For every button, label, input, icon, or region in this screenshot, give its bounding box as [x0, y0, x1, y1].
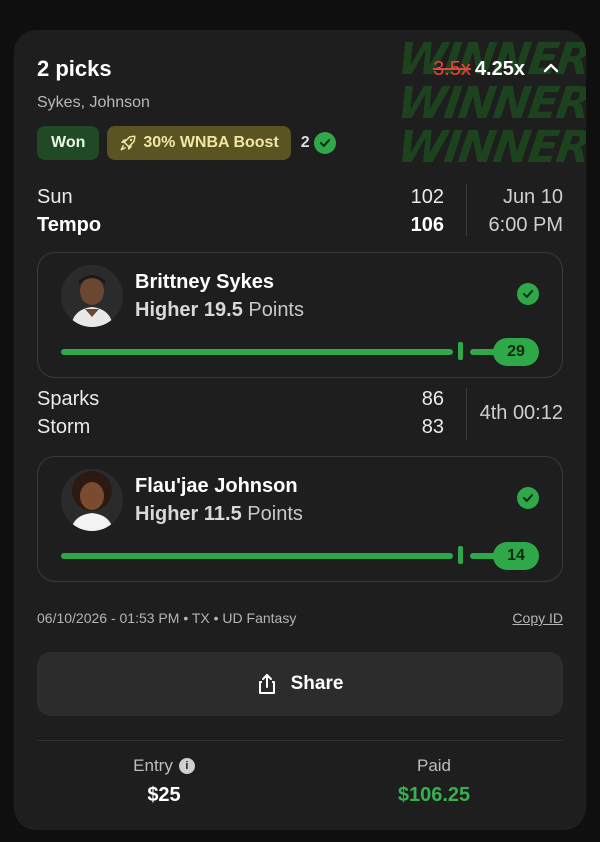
- status-badge: Won: [37, 126, 100, 160]
- team-score: 106: [410, 214, 444, 236]
- progress-bar: [61, 553, 453, 559]
- progress-bar: [61, 349, 453, 355]
- rocket-icon: [120, 135, 136, 151]
- team-name: Sun: [37, 186, 73, 208]
- team-score: 83: [421, 416, 444, 438]
- game-time: 6:00 PM: [488, 214, 563, 236]
- divider: [466, 388, 467, 440]
- check-circle-icon: [517, 487, 539, 509]
- player-name: Flau'jae Johnson: [135, 475, 298, 497]
- payout-multiplier: 3.5x 4.25x: [433, 58, 525, 81]
- paid-value: $106.25: [397, 784, 471, 806]
- count-value: 2: [300, 134, 310, 151]
- divider: [37, 740, 563, 741]
- pick-line: Higher 19.5 Points: [135, 299, 304, 322]
- info-icon[interactable]: i: [178, 758, 195, 774]
- pick-line-value: 11.5: [203, 503, 242, 525]
- share-button[interactable]: Share: [37, 652, 563, 716]
- team-score: 102: [410, 186, 444, 208]
- share-label: Share: [290, 673, 344, 694]
- player-name: Brittney Sykes: [135, 271, 274, 293]
- entry-card: WINNER!! WINNER!! WINNER!! 2 picks Sykes…: [14, 30, 586, 830]
- pick-direction: Higher: [135, 503, 199, 525]
- game-clock: 4th 00:12: [479, 402, 563, 424]
- pick-stat: Points: [247, 503, 303, 525]
- pick-line-value: 19.5: [203, 299, 243, 321]
- entry-summary: Entry i $25: [64, 756, 264, 807]
- check-circle-icon: [517, 283, 539, 305]
- entry-value: $25: [147, 784, 181, 806]
- entry-badges: Won 30% WNBA Boost 2: [37, 126, 336, 160]
- team-name: Tempo: [37, 214, 102, 236]
- share-icon: [258, 674, 275, 694]
- pick-card[interactable]: Flau'jae Johnson Higher 11.5 Points 14: [37, 456, 563, 582]
- entry-meta: 06/10/2026 - 01:53 PM • TX • UD Fantasy: [37, 610, 297, 626]
- check-circle-icon: [313, 132, 336, 154]
- line-marker: [458, 342, 463, 360]
- paid-label: Paid: [416, 756, 452, 775]
- game-row: Sun 102 Tempo 106 Jun 10 6:00 PM: [37, 182, 563, 242]
- team-score: 86: [421, 388, 444, 410]
- game-date: Jun 10: [502, 186, 563, 208]
- team-name: Storm: [37, 416, 91, 438]
- copy-id-link[interactable]: Copy ID: [512, 610, 563, 626]
- entry-header: 2 picks Sykes, Johnson 3.5x 4.25x: [37, 56, 563, 116]
- stat-result: 29: [493, 338, 539, 366]
- entry-label: Entry: [133, 756, 173, 775]
- entry-subtitle: Sykes, Johnson: [37, 94, 150, 111]
- old-multiplier: 3.5x: [433, 58, 471, 80]
- team-name: Sparks: [37, 388, 100, 410]
- pick-stat: Points: [248, 299, 304, 321]
- pick-card[interactable]: Brittney Sykes Higher 19.5 Points 29: [37, 252, 563, 378]
- winning-picks-count: 2: [301, 132, 336, 154]
- chevron-up-icon[interactable]: [539, 56, 563, 80]
- pick-direction: Higher: [135, 299, 199, 321]
- line-marker: [458, 546, 463, 564]
- player-avatar: [61, 469, 123, 531]
- new-multiplier: 4.25x: [474, 58, 525, 80]
- pick-line: Higher 11.5 Points: [135, 503, 303, 526]
- boost-label: 30% WNBA Boost: [143, 134, 279, 151]
- player-avatar: [61, 265, 123, 327]
- game-row: Sparks 86 Storm 83 4th 00:12: [37, 386, 563, 446]
- boost-badge: 30% WNBA Boost: [107, 126, 291, 160]
- divider: [466, 184, 467, 236]
- stat-result: 14: [493, 542, 539, 570]
- paid-summary: Paid $106.25: [334, 756, 534, 807]
